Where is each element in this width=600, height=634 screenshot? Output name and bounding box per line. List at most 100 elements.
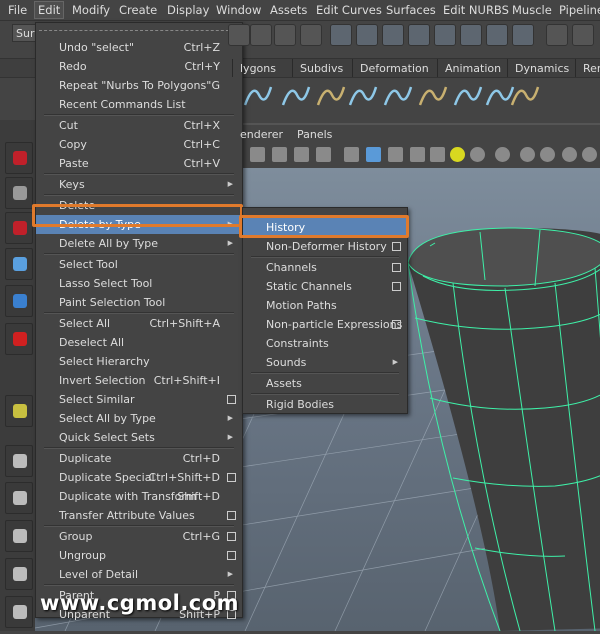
menu-edit[interactable]: Edit (34, 1, 65, 19)
panel-tool-icon[interactable] (582, 147, 597, 162)
menu-item-channels[interactable]: Channels (243, 258, 407, 277)
menu-item-select-similar[interactable]: Select Similar (36, 390, 242, 409)
panel-tool-icon[interactable] (316, 147, 331, 162)
menu-item-delete[interactable]: Delete (36, 196, 242, 215)
curve-tool-icon[interactable] (418, 86, 448, 106)
panel-tool-icon[interactable] (450, 147, 465, 162)
menu-item-select-tool[interactable]: Select Tool (36, 255, 242, 274)
option-box-icon[interactable] (227, 551, 236, 560)
menu-item-quick-select-sets[interactable]: Quick Select Sets ▶ (36, 428, 242, 447)
menu-item-transfer-attribute-values[interactable]: Transfer Attribute Values (36, 506, 242, 525)
toolbar-icon[interactable] (228, 24, 250, 46)
menu-item-group[interactable]: Group Ctrl+G (36, 527, 242, 546)
panel-tool-icon[interactable] (388, 147, 403, 162)
curve-tool-icon[interactable] (383, 86, 413, 106)
menu-edit-curves[interactable]: Edit Curves (316, 3, 382, 17)
toolbar-icon[interactable] (408, 24, 430, 46)
option-box-icon[interactable] (392, 282, 401, 291)
panel-tool-icon[interactable] (410, 147, 425, 162)
menu-edit-nurbs[interactable]: Edit NURBS (443, 3, 509, 17)
single-perspective-layout-icon[interactable] (5, 445, 33, 477)
cylinder-mesh[interactable] (407, 227, 600, 632)
menu-item-assets[interactable]: Assets (243, 374, 407, 393)
option-box-icon[interactable] (227, 473, 236, 482)
menu-item-select-all[interactable]: Select All Ctrl+Shift+A (36, 314, 242, 333)
panel-tool-icon[interactable] (430, 147, 445, 162)
shelf-tab-lygons[interactable]: lygons (240, 62, 276, 75)
tear-off-line[interactable] (39, 25, 239, 31)
menu-file[interactable]: File (8, 3, 27, 17)
toolbar-icon[interactable] (460, 24, 482, 46)
option-box-icon[interactable] (227, 395, 236, 404)
shelf-tab-subdivs[interactable]: Subdivs (300, 62, 343, 75)
menu-item-constraints[interactable]: Constraints (243, 334, 407, 353)
menu-item-level-of-detail[interactable]: Level of Detail ▶ (36, 565, 242, 584)
toolbar-icon[interactable] (382, 24, 404, 46)
menu-item-copy[interactable]: Copy Ctrl+C (36, 135, 242, 154)
menu-item-static-channels[interactable]: Static Channels (243, 277, 407, 296)
menu-window[interactable]: Window (216, 3, 261, 17)
option-box-icon[interactable] (392, 320, 401, 329)
option-box-icon[interactable] (392, 263, 401, 272)
menu-item-history[interactable]: History (243, 218, 407, 237)
toolbar-icon[interactable] (546, 24, 568, 46)
hypershade-layout-icon[interactable] (5, 596, 33, 628)
panel-tool-icon[interactable] (344, 147, 359, 162)
select-tool-icon[interactable] (5, 142, 33, 174)
menu-muscle[interactable]: Muscle (512, 3, 552, 17)
curve-tool-icon[interactable] (485, 86, 515, 106)
tear-off-line[interactable] (246, 210, 404, 216)
menu-pipeline-c[interactable]: Pipeline C (559, 3, 600, 17)
menu-item-duplicate-special[interactable]: Duplicate Special Ctrl+Shift+D (36, 468, 242, 487)
option-box-icon[interactable] (227, 511, 236, 520)
toolbar-icon[interactable] (250, 24, 272, 46)
move-tool-icon[interactable] (5, 248, 33, 280)
toolbar-icon[interactable] (330, 24, 352, 46)
menu-item-deselect-all[interactable]: Deselect All (36, 333, 242, 352)
shelf-tab-dynamics[interactable]: Dynamics (515, 62, 569, 75)
menu-item-invert-selection[interactable]: Invert Selection Ctrl+Shift+I (36, 371, 242, 390)
four-view-layout-icon[interactable] (5, 482, 33, 514)
menu-item-motion-paths[interactable]: Motion Paths (243, 296, 407, 315)
menu-item-select-all-by-type[interactable]: Select All by Type ▶ (36, 409, 242, 428)
menu-item-duplicate[interactable]: Duplicate Ctrl+D (36, 449, 242, 468)
menu-item-non-particle-expressions[interactable]: Non-particle Expressions (243, 315, 407, 334)
outliner-layout-icon[interactable] (5, 520, 33, 552)
menu-assets[interactable]: Assets (270, 3, 307, 17)
curve-tool-icon[interactable] (243, 86, 273, 106)
lasso-tool-icon[interactable] (5, 177, 33, 209)
menu-item-rigid-bodies[interactable]: Rigid Bodies (243, 395, 407, 414)
panel-tool-icon[interactable] (495, 147, 510, 162)
panel-tool-icon[interactable] (470, 147, 485, 162)
panel-tool-icon[interactable] (540, 147, 555, 162)
menu-display[interactable]: Display (167, 3, 209, 17)
menu-item-paint-selection-tool[interactable]: Paint Selection Tool (36, 293, 242, 312)
menu-item-lasso-select-tool[interactable]: Lasso Select Tool (36, 274, 242, 293)
toolbar-icon[interactable] (356, 24, 378, 46)
menu-item-undo-select[interactable]: Undo "select" Ctrl+Z (36, 38, 242, 57)
shelf-tab-ren[interactable]: Ren (583, 62, 600, 75)
menu-item-select-hierarchy[interactable]: Select Hierarchy (36, 352, 242, 371)
menu-item-recent-commands-list[interactable]: Recent Commands List (36, 95, 242, 114)
menu-item-non-deformer-history[interactable]: Non-Deformer History (243, 237, 407, 256)
graph-editor-layout-icon[interactable] (5, 558, 33, 590)
show-manipulator-icon[interactable] (5, 395, 33, 427)
toolbar-icon[interactable] (572, 24, 594, 46)
panel-tool-icon[interactable] (520, 147, 535, 162)
panel-tool-icon[interactable] (272, 147, 287, 162)
menu-item-cut[interactable]: Cut Ctrl+X (36, 116, 242, 135)
rotate-tool-icon[interactable] (5, 285, 33, 317)
menu-item-repeat-nurbs-to-polygons[interactable]: Repeat "Nurbs To Polygons" G (36, 76, 242, 95)
panel-tool-icon[interactable] (294, 147, 309, 162)
panel-tool-icon[interactable] (562, 147, 577, 162)
panel-menu-panels[interactable]: Panels (297, 128, 332, 141)
menu-item-delete-all-by-type[interactable]: Delete All by Type ▶ (36, 234, 242, 253)
toolbar-icon[interactable] (486, 24, 508, 46)
paint-select-tool-icon[interactable] (5, 212, 33, 244)
menu-item-delete-by-type[interactable]: Delete by Type ▶ (36, 215, 242, 234)
toolbar-icon[interactable] (512, 24, 534, 46)
menu-modify[interactable]: Modify (72, 3, 110, 17)
panel-tool-icon[interactable] (250, 147, 265, 162)
menu-item-keys[interactable]: Keys ▶ (36, 175, 242, 194)
curve-tool-icon[interactable] (510, 86, 540, 106)
